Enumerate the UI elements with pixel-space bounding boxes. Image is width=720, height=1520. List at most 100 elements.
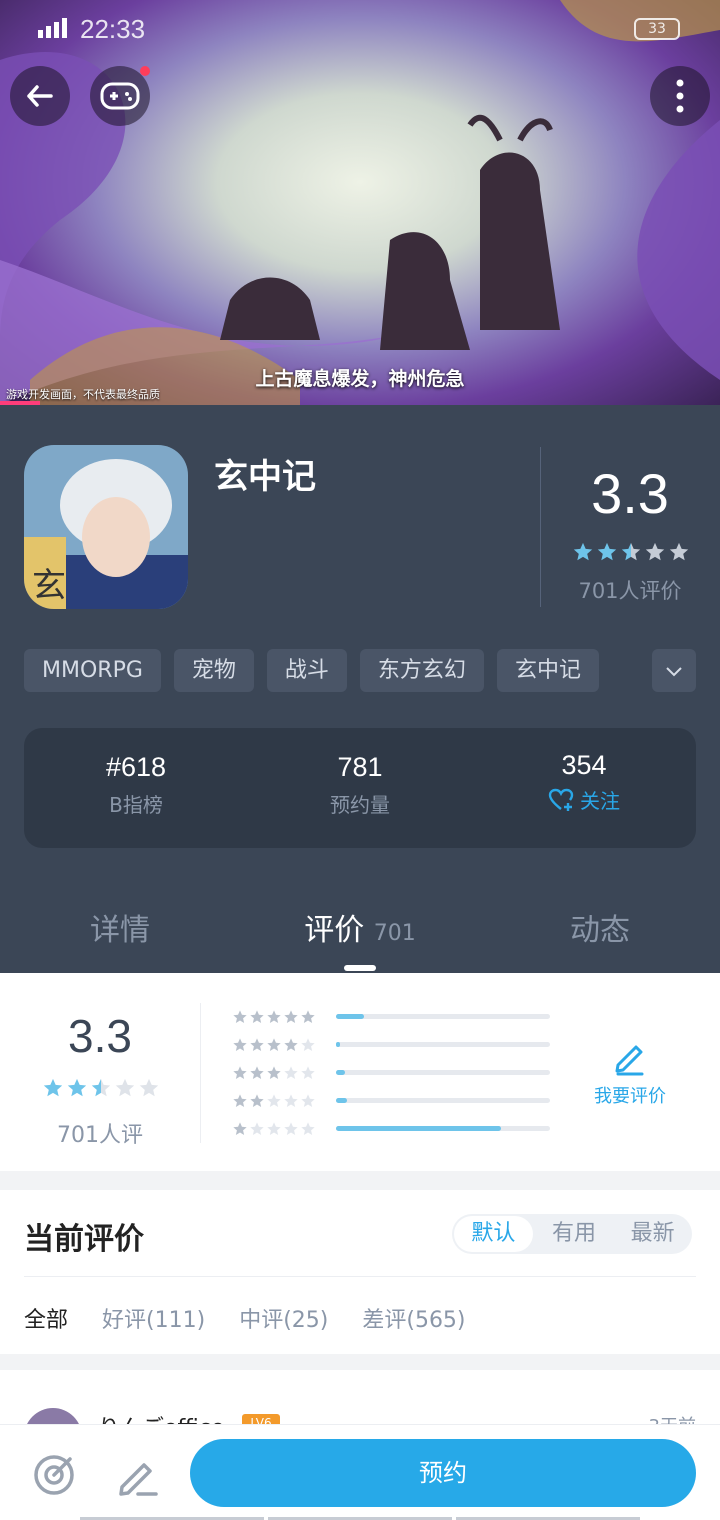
tab-reviews-count: 701 (373, 921, 416, 946)
tab-indicator (344, 965, 376, 971)
rank-stat[interactable]: #618 B指榜 (24, 752, 248, 818)
star-icon (250, 1122, 264, 1135)
star-icon (67, 1078, 87, 1097)
game-info-section: 玄 玄中记 3.3 701人评价 MMORPG 宠物 战斗 东方玄幻 玄中记 #… (0, 405, 720, 973)
star-icon (284, 1038, 298, 1051)
rating-summary: 3.3 701人评 我要评价 (0, 973, 720, 1171)
star-icon (301, 1094, 315, 1107)
star-icon (250, 1066, 264, 1079)
edit-icon[interactable] (116, 1453, 160, 1497)
tag-list: MMORPG 宠物 战斗 东方玄幻 玄中记 (24, 649, 599, 692)
tab-updates[interactable]: 动态 (480, 905, 720, 949)
star-icon (91, 1078, 111, 1097)
reserve-value: 781 (337, 752, 383, 782)
filter-all[interactable]: 全部 (24, 1302, 68, 1334)
tag[interactable]: 战斗 (266, 649, 347, 692)
rating-stars (572, 541, 690, 563)
star-icon (267, 1094, 281, 1107)
rating-score: 3.3 (591, 462, 669, 525)
star-icon (43, 1078, 63, 1097)
arrow-left-icon (27, 85, 53, 107)
distribution-bar (336, 1042, 550, 1047)
status-bar: 22:33 33 (0, 0, 720, 56)
app-icon-glyph: 玄 (32, 566, 66, 606)
star-icon (301, 1122, 315, 1135)
write-review-label: 我要评价 (594, 1086, 666, 1107)
tag[interactable]: 宠物 (173, 649, 254, 692)
tab-reviews[interactable]: 评价 701 (240, 905, 480, 949)
distribution-bar (336, 1014, 550, 1019)
distribution-row (232, 1093, 550, 1109)
bottom-action-bar: 预约 (0, 1424, 720, 1520)
hero-banner[interactable]: 22:33 33 上古魔息爆发，神州危急 游戏开发画面，不代表最终品质 (0, 0, 720, 405)
tab-details[interactable]: 详情 (0, 905, 240, 949)
star-icon (645, 542, 665, 561)
star-icon (267, 1066, 281, 1079)
star-icon (250, 1010, 264, 1023)
reviews-title: 当前评价 (24, 1222, 144, 1257)
reviews-section: 当前评价 默认 有用 最新 全部 好评(111) 中评(25) 差评(565) (0, 1190, 720, 1354)
star-icon (267, 1010, 281, 1023)
signal-icon (38, 18, 67, 38)
filter-good[interactable]: 好评(111) (102, 1302, 205, 1334)
target-icon[interactable] (32, 1453, 76, 1497)
follow-button[interactable]: 354 关注 (472, 750, 696, 814)
expand-tags-button[interactable] (652, 649, 696, 692)
distribution-bar (336, 1126, 550, 1131)
tag[interactable]: 东方玄幻 (359, 649, 484, 692)
sort-toggle: 默认 有用 最新 (452, 1214, 692, 1254)
sort-latest[interactable]: 最新 (613, 1214, 692, 1254)
review-item[interactable]: りんごoffice LV6 3天前 (0, 1370, 720, 1466)
reserve-label: 预约量 (330, 793, 390, 817)
sort-default[interactable]: 默认 (454, 1216, 533, 1252)
reserve-stat: 781 预约量 (248, 752, 472, 818)
filter-bad[interactable]: 差评(565) (362, 1302, 465, 1334)
star-icon (139, 1078, 159, 1097)
distribution-bar (336, 1070, 550, 1075)
reserve-button[interactable]: 预约 (190, 1439, 696, 1507)
tab-bar: 详情 评价 701 动态 (0, 905, 720, 971)
rank-value: #618 (105, 752, 167, 782)
divider (200, 1003, 201, 1143)
follow-label: 关注 (580, 789, 620, 813)
filter-mid[interactable]: 中评(25) (239, 1302, 328, 1334)
distribution-bar (336, 1098, 550, 1103)
pencil-icon (615, 1045, 644, 1076)
sort-useful[interactable]: 有用 (535, 1214, 614, 1254)
star-icon (597, 542, 617, 561)
follow-value: 354 (561, 750, 607, 780)
star-icon (284, 1010, 298, 1023)
gamepad-icon (100, 82, 140, 110)
distribution-row (232, 1037, 550, 1053)
write-review-button[interactable]: 我要评价 (580, 1037, 680, 1108)
star-icon (284, 1122, 298, 1135)
star-icon (284, 1066, 298, 1079)
star-icon (669, 542, 689, 561)
star-icon (267, 1038, 281, 1051)
distribution-row (232, 1121, 550, 1137)
star-icon (250, 1038, 264, 1051)
status-time: 22:33 (80, 14, 146, 44)
star-icon (621, 542, 641, 561)
notification-dot (140, 66, 150, 76)
star-icon (573, 542, 593, 561)
back-button[interactable] (10, 66, 70, 126)
star-icon (233, 1038, 247, 1051)
more-options-button[interactable] (650, 66, 710, 126)
review-filters: 全部 好评(111) 中评(25) 差评(565) (24, 1302, 466, 1334)
star-icon (233, 1094, 247, 1107)
star-icon (233, 1122, 247, 1135)
banner-artwork (0, 0, 720, 405)
star-icon (301, 1066, 315, 1079)
tag[interactable]: 玄中记 (496, 649, 599, 692)
summary-stars (42, 1077, 160, 1099)
summary-score: 3.3 (68, 1010, 132, 1062)
stats-card: #618 B指榜 781 预约量 354 关注 (24, 728, 696, 848)
divider (24, 1276, 696, 1277)
app-icon: 玄 (24, 445, 188, 609)
chevron-down-icon (666, 666, 682, 676)
distribution-row (232, 1065, 550, 1081)
tag[interactable]: MMORPG (24, 649, 161, 692)
rating-count: 701人评价 (578, 579, 682, 603)
summary-count: 701人评 (57, 1123, 143, 1148)
